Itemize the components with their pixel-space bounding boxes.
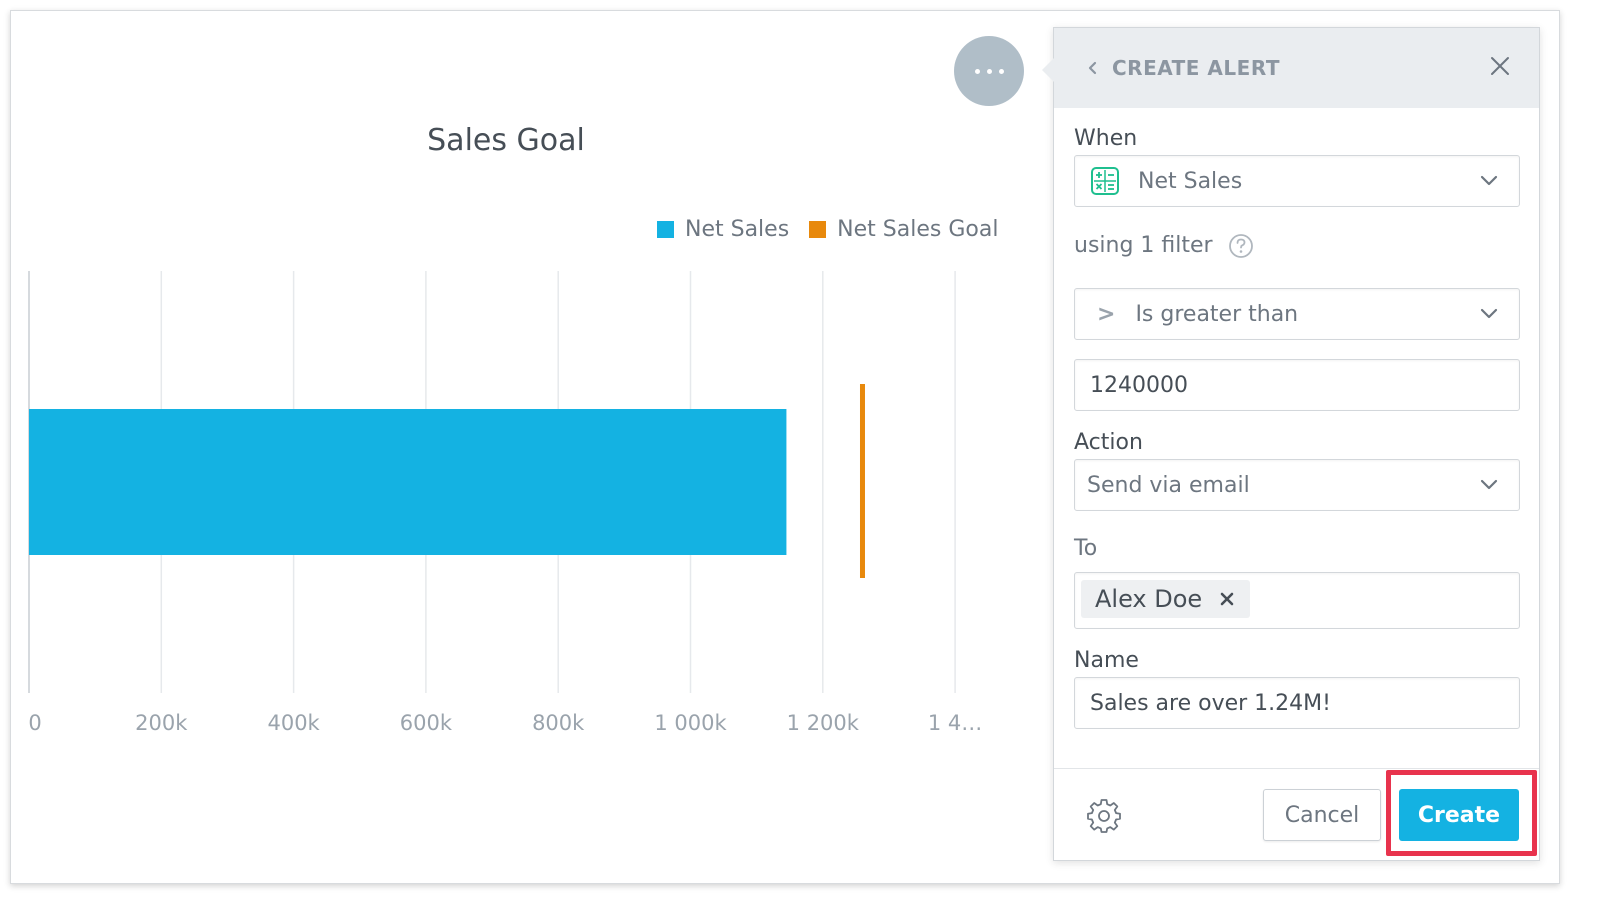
action-label: Action <box>1074 430 1143 455</box>
gear-icon[interactable] <box>1086 797 1122 833</box>
alert-name-input-value: Sales are over 1.24M! <box>1090 690 1331 716</box>
metric-select-value: Net Sales <box>1138 168 1243 194</box>
ellipsis-dot <box>998 68 1004 74</box>
recipients-field[interactable]: Alex Doe <box>1074 572 1520 629</box>
x-tick-label: 0 <box>28 711 41 735</box>
panel-pointer <box>1042 58 1054 82</box>
threshold-input-value: 1240000 <box>1090 372 1188 398</box>
x-tick-label: 600k <box>400 711 453 735</box>
when-label: When <box>1074 126 1138 151</box>
remove-recipient-icon[interactable] <box>1220 592 1234 606</box>
x-tick-label: 1 200k <box>787 711 860 735</box>
ellipsis-dot <box>986 68 992 74</box>
recipient-chip-label: Alex Doe <box>1095 585 1203 613</box>
x-tick-label: 400k <box>267 711 320 735</box>
filter-text: using 1 filter <box>1074 233 1213 258</box>
condition-select-value: Is greater than <box>1135 301 1299 327</box>
chevron-down-icon <box>1480 308 1498 319</box>
panel-header: CREATE ALERT <box>1054 28 1539 108</box>
calculator-icon <box>1091 167 1119 195</box>
x-tick-label: 1 4… <box>928 711 982 735</box>
chevron-down-icon <box>1480 479 1498 490</box>
action-select-value: Send via email <box>1087 472 1250 498</box>
chevron-left-icon[interactable] <box>1086 61 1100 75</box>
chart-plot: 0 200k 400k 600k 800k 1 000k 1 200k 1 4… <box>28 271 982 735</box>
metric-select[interactable]: Net Sales <box>1074 155 1520 207</box>
name-label: Name <box>1074 648 1139 673</box>
create-button-highlight <box>1386 770 1537 856</box>
chevron-down-icon <box>1480 175 1498 186</box>
action-select[interactable]: Send via email <box>1074 459 1520 511</box>
x-tick-label: 800k <box>532 711 585 735</box>
to-label: To <box>1074 536 1098 561</box>
panel-title: CREATE ALERT <box>1112 56 1280 80</box>
x-tick-label: 200k <box>135 711 188 735</box>
cancel-button[interactable]: Cancel <box>1263 789 1381 841</box>
ellipsis-icon <box>974 68 980 74</box>
bar-net-sales <box>29 409 787 555</box>
filter-info: using 1 filter <box>1074 233 1254 259</box>
x-tick-label: 1 000k <box>654 711 727 735</box>
close-icon[interactable] <box>1489 55 1511 77</box>
create-alert-panel: CREATE ALERT When Net Sales using 1 filt… <box>1042 27 1540 861</box>
condition-select[interactable]: > Is greater than <box>1074 288 1520 340</box>
more-options-button[interactable] <box>954 36 1024 106</box>
greater-than-icon: > <box>1097 301 1116 327</box>
threshold-input[interactable]: 1240000 <box>1074 359 1520 411</box>
question-circle-icon[interactable] <box>1228 233 1254 259</box>
recipient-chip: Alex Doe <box>1081 580 1251 618</box>
alert-name-input[interactable]: Sales are over 1.24M! <box>1074 677 1520 729</box>
